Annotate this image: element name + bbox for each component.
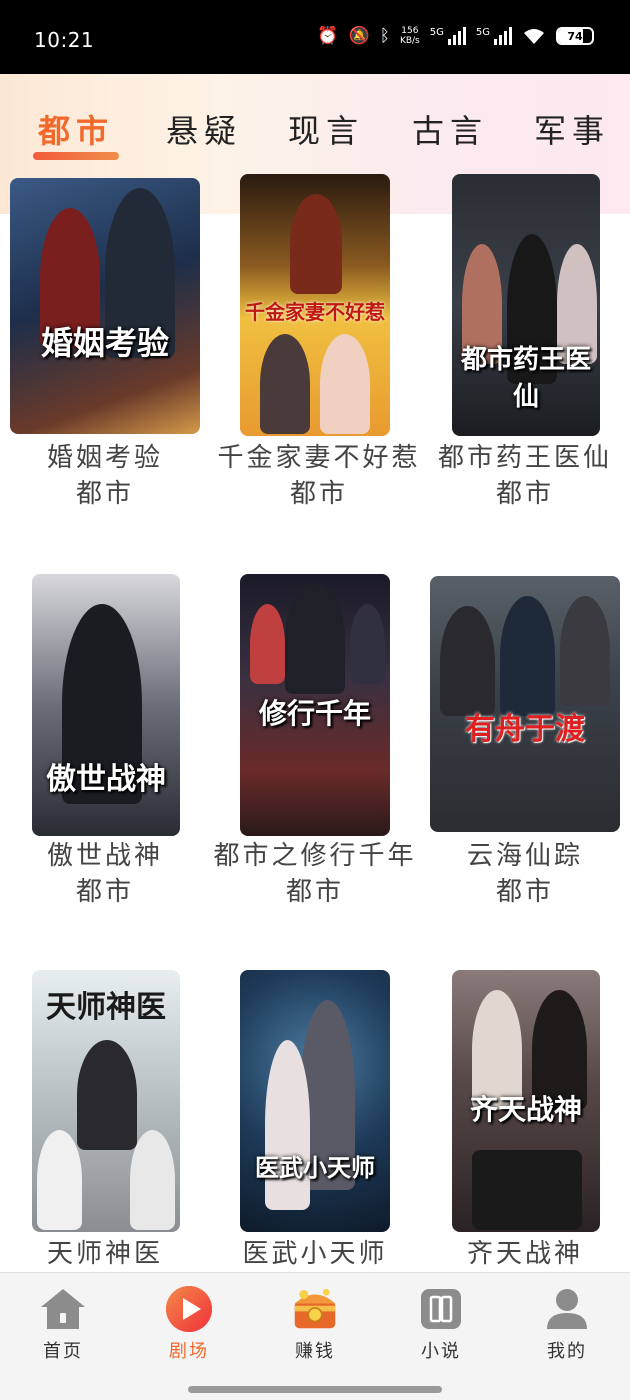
alarm-icon: ⏰ <box>317 25 339 46</box>
status-icons: ⏰ 🔕 ᛒ 156 KB/s 5G 5G 74 <box>317 26 594 46</box>
home-icon <box>41 1289 85 1329</box>
drama-title[interactable]: 傲世战神 <box>0 838 210 874</box>
card-title-1[interactable]: 千金家妻不好惹 都市 <box>214 440 424 512</box>
drama-title[interactable]: 都市之修行千年 <box>210 838 420 874</box>
play-icon <box>166 1286 212 1332</box>
drama-title[interactable]: 齐天战神 <box>420 1236 630 1272</box>
wifi-icon <box>522 27 546 45</box>
tab-dushi[interactable]: 都市 <box>38 106 114 152</box>
drama-genre: 都市 <box>75 479 134 509</box>
tab-junshi[interactable]: 军事 <box>534 106 610 152</box>
drama-genre: 都市 <box>285 877 344 907</box>
card-title-6[interactable]: 天师神医 <box>0 1236 210 1272</box>
drama-card-3[interactable]: 傲世战神 <box>32 574 180 836</box>
poster-title: 齐天战神 <box>469 1093 582 1126</box>
tab-xianyan[interactable]: 现言 <box>288 106 364 152</box>
status-bar: 10:21 ⏰ 🔕 ᛒ 156 KB/s 5G 5G 74 <box>0 0 630 74</box>
poster-title: 都市药王医仙 <box>460 345 591 412</box>
drama-genre: 都市 <box>75 877 134 907</box>
drama-title[interactable]: 婚姻考验 <box>0 440 210 476</box>
nav-earn[interactable]: 赚钱 <box>252 1273 378 1373</box>
tab-guyan[interactable]: 古言 <box>412 106 488 152</box>
drama-title[interactable]: 千金家妻不好惹 <box>214 440 424 476</box>
poster-title: 天师神医 <box>46 990 166 1025</box>
poster-title: 傲世战神 <box>46 762 166 797</box>
poster-title: 婚姻考验 <box>40 324 169 362</box>
book-icon <box>421 1289 461 1329</box>
drama-genre: 都市 <box>495 479 554 509</box>
drama-card-6[interactable]: 天师神医 <box>32 970 180 1232</box>
mute-icon: 🔕 <box>348 25 370 46</box>
card-title-2[interactable]: 都市药王医仙 都市 <box>420 440 630 512</box>
battery-icon: 74 <box>556 27 594 45</box>
card-title-4[interactable]: 都市之修行千年 都市 <box>210 838 420 910</box>
drama-card-4[interactable]: 修行千年 <box>240 574 390 836</box>
network-speed: 156 KB/s <box>399 26 420 46</box>
card-title-7[interactable]: 医武小天师 <box>210 1236 420 1272</box>
card-title-8[interactable]: 齐天战神 <box>420 1236 630 1272</box>
card-title-0[interactable]: 婚姻考验 都市 <box>0 440 210 512</box>
drama-title[interactable]: 云海仙踪 <box>420 838 630 874</box>
drama-title[interactable]: 都市药王医仙 <box>420 440 630 476</box>
signal-icon-2: 5G <box>476 27 512 45</box>
card-title-3[interactable]: 傲世战神 都市 <box>0 838 210 910</box>
poster-title: 修行千年 <box>258 697 371 730</box>
nav-home[interactable]: 首页 <box>0 1273 126 1373</box>
drama-card-0[interactable]: 婚姻考验 <box>10 178 200 434</box>
signal-icon: 5G <box>430 27 466 45</box>
drama-card-5[interactable]: 有舟于渡 <box>430 576 620 832</box>
drama-genre: 都市 <box>495 877 554 907</box>
bluetooth-icon: ᛒ <box>379 25 390 46</box>
poster-title: 千金家妻不好惹 <box>245 300 385 324</box>
drama-card-8[interactable]: 齐天战神 <box>452 970 600 1232</box>
treasure-chest-icon <box>294 1288 336 1329</box>
drama-card-7[interactable]: 医武小天师 <box>240 970 390 1232</box>
active-tab-indicator <box>33 152 119 160</box>
poster-title: 有舟于渡 <box>465 712 585 747</box>
nav-theater[interactable]: 剧场 <box>126 1273 252 1373</box>
drama-title[interactable]: 医武小天师 <box>210 1236 420 1272</box>
poster-title: 医武小天师 <box>255 1153 375 1182</box>
card-title-5[interactable]: 云海仙踪 都市 <box>420 838 630 910</box>
drama-card-2[interactable]: 都市药王医仙 <box>452 174 600 436</box>
home-indicator[interactable] <box>188 1386 442 1393</box>
drama-title[interactable]: 天师神医 <box>0 1236 210 1272</box>
drama-card-1[interactable]: 千金家妻不好惹 <box>240 174 390 436</box>
nav-profile[interactable]: 我的 <box>504 1273 630 1373</box>
tab-xuanyi[interactable]: 悬疑 <box>166 106 242 152</box>
nav-novel[interactable]: 小说 <box>378 1273 504 1373</box>
category-tabs: 都市 悬疑 现言 古言 军事 <box>0 100 630 160</box>
drama-genre: 都市 <box>289 479 348 509</box>
bottom-nav: 首页 剧场 赚钱 小说 我的 <box>0 1272 630 1400</box>
status-time: 10:21 <box>34 28 95 52</box>
user-icon <box>547 1289 587 1329</box>
